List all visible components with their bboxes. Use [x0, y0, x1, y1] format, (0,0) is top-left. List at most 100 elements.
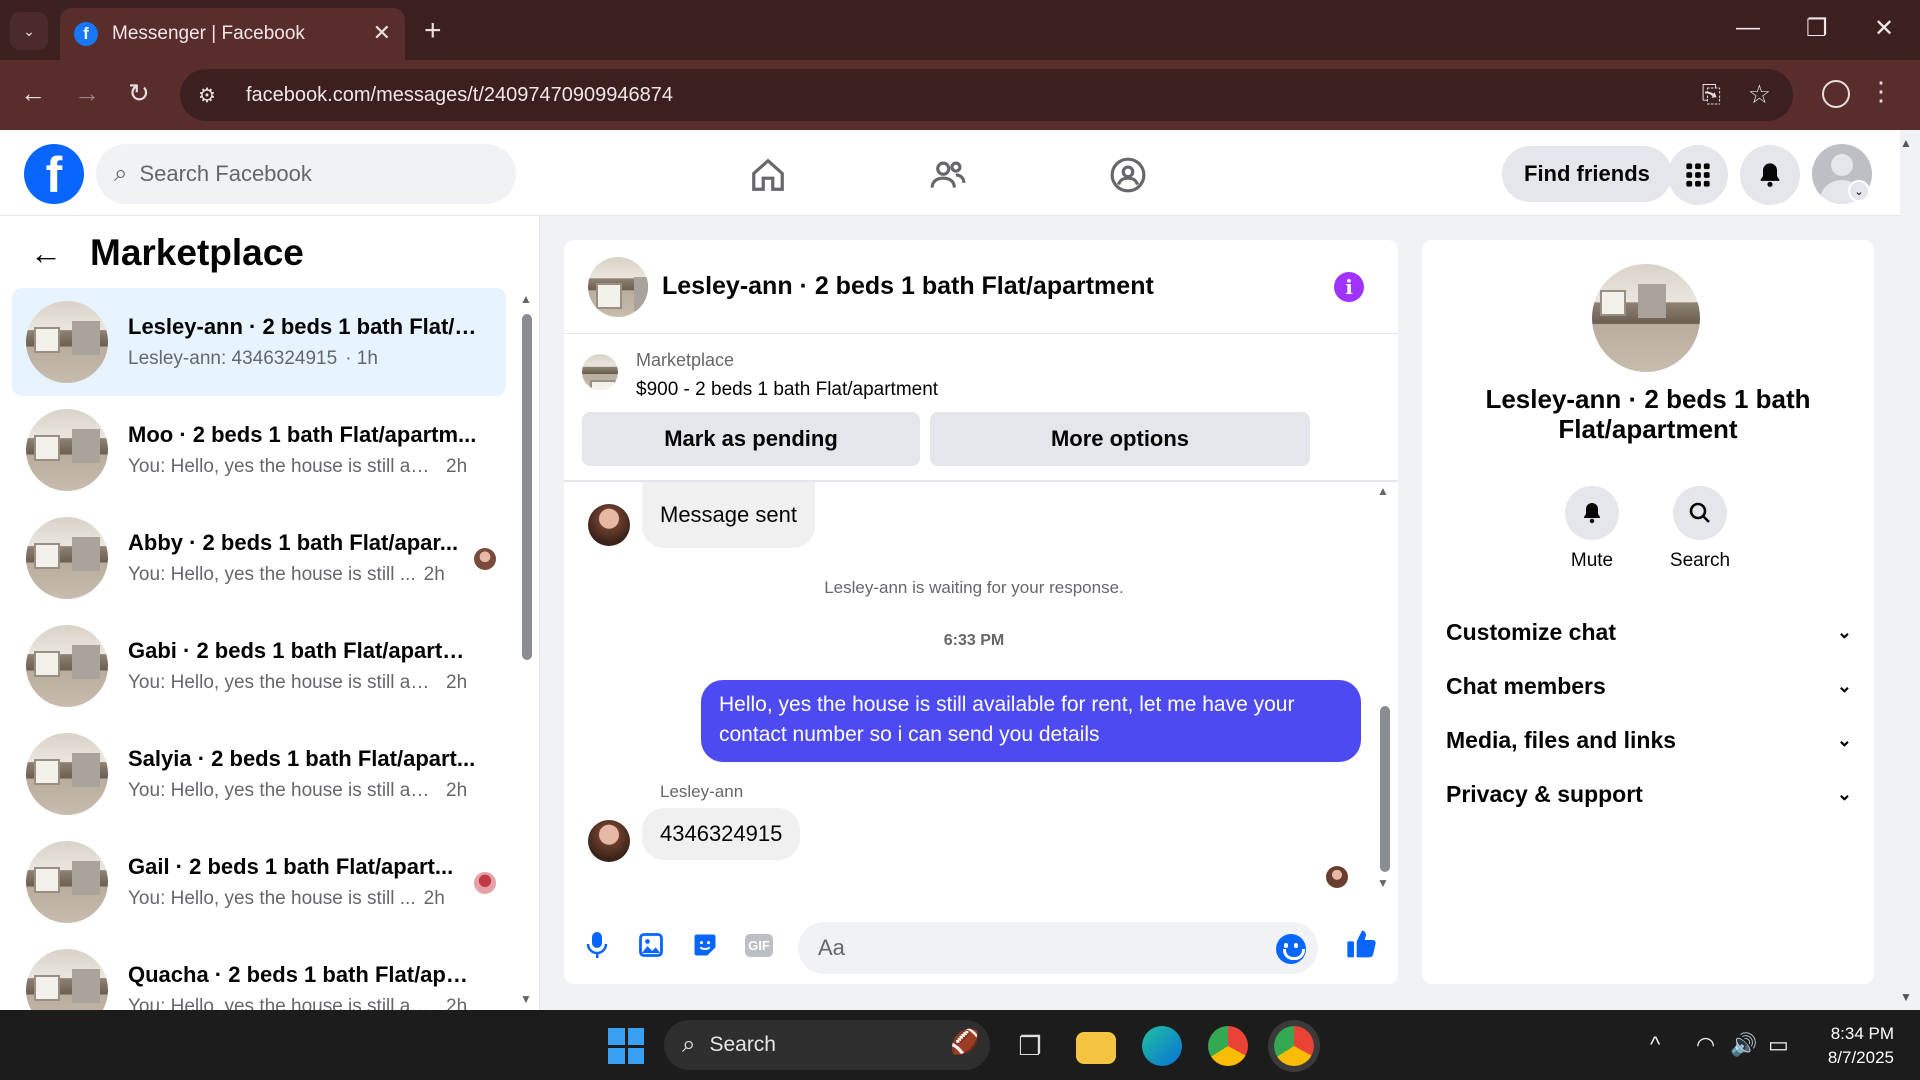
browser-menu-icon[interactable]: ⋮: [1868, 76, 1894, 107]
edge-browser-icon[interactable]: [1142, 1026, 1182, 1066]
wifi-icon[interactable]: ◠: [1696, 1032, 1715, 1058]
address-bar[interactable]: ⚙ facebook.com/messages/t/24097470909946…: [180, 69, 1793, 121]
conversation-item[interactable]: Gabi · 2 beds 1 bath Flat/apartm... You:…: [12, 612, 506, 720]
conversation-time: 2h: [446, 780, 468, 801]
gif-icon[interactable]: GIF: [744, 930, 774, 960]
contact-avatar[interactable]: [588, 504, 630, 546]
menu-grid-icon[interactable]: [1668, 145, 1728, 205]
scroll-down-arrow-icon[interactable]: ▼: [1377, 876, 1389, 890]
find-friends-button[interactable]: Find friends: [1502, 146, 1672, 202]
contact-avatar[interactable]: [588, 820, 630, 862]
facebook-logo-icon[interactable]: f: [24, 144, 84, 204]
browser-tab[interactable]: f Messenger | Facebook ✕: [60, 8, 405, 60]
conversation-name: Gail · 2 beds 1 bath Flat/apart...: [128, 854, 454, 879]
conversation-item[interactable]: Quacha · 2 beds 1 bath Flat/apar... You:…: [12, 936, 506, 1010]
scroll-down-arrow-icon[interactable]: ▼: [520, 992, 532, 1006]
groups-icon[interactable]: [1098, 152, 1158, 198]
message-input-box[interactable]: [798, 922, 1318, 974]
details-title: Lesley-ann · 2 beds 1 bath Flat/apartmen…: [1485, 384, 1811, 444]
search-conversation-button[interactable]: Search: [1660, 486, 1740, 572]
info-icon[interactable]: i: [1334, 272, 1364, 302]
scroll-up-arrow-icon[interactable]: ▲: [520, 292, 532, 306]
home-icon[interactable]: [738, 152, 798, 198]
battery-icon[interactable]: ▭: [1768, 1032, 1789, 1058]
conversation-item[interactable]: Abby · 2 beds 1 bath Flat/apar... You: H…: [12, 504, 506, 612]
close-tab-icon[interactable]: ✕: [373, 20, 391, 46]
conversation-name: Salyia · 2 beds 1 bath Flat/apart...: [128, 746, 476, 771]
conversation-preview: You: Hello, yes the house is still ...: [128, 888, 416, 909]
install-app-icon[interactable]: ⎘: [1702, 81, 1721, 109]
search-icon: [1673, 486, 1727, 540]
conversation-details-panel: Lesley-ann · 2 beds 1 bath Flat/apartmen…: [1422, 240, 1874, 984]
privacy-support-section[interactable]: Privacy & support ⌄: [1446, 774, 1852, 814]
conversation-item[interactable]: Moo · 2 beds 1 bath Flat/apartm... You: …: [12, 396, 506, 504]
mark-as-pending-button[interactable]: Mark as pending: [582, 412, 920, 466]
chevron-down-icon: ⌄: [1836, 675, 1852, 696]
site-settings-icon[interactable]: ⚙: [198, 83, 228, 108]
seen-avatar: [474, 872, 496, 894]
page-scroll-up-arrow-icon[interactable]: ▲: [1900, 136, 1912, 150]
conversation-item[interactable]: Lesley-ann · 2 beds 1 bath Flat/a... Les…: [12, 288, 506, 396]
chrome-profile-icon[interactable]: [1274, 1026, 1314, 1066]
outgoing-message-bubble[interactable]: Hello, yes the house is still available …: [701, 680, 1361, 762]
close-window-button[interactable]: ✕: [1874, 14, 1894, 43]
account-chevron-down-icon[interactable]: ⌄: [1848, 180, 1870, 202]
chat-title[interactable]: Lesley-ann · 2 beds 1 bath Flat/apartmen…: [662, 272, 1154, 301]
media-files-links-section[interactable]: Media, files and links ⌄: [1446, 720, 1852, 760]
back-arrow-icon[interactable]: ←: [30, 235, 62, 272]
facebook-search-input[interactable]: [139, 161, 470, 187]
listing-thumbnail: [26, 841, 108, 923]
seen-avatar: [474, 548, 496, 570]
scroll-up-arrow-icon[interactable]: ▲: [1377, 484, 1389, 498]
reload-icon[interactable]: ↻: [128, 78, 150, 109]
conversation-time: 2h: [423, 888, 445, 909]
listing-thumbnail[interactable]: [1592, 264, 1700, 372]
listing-banner[interactable]: Marketplace $900 - 2 beds 1 bath Flat/ap…: [582, 350, 938, 401]
customize-chat-section[interactable]: Customize chat ⌄: [1446, 612, 1852, 652]
listing-thumbnail: [26, 733, 108, 815]
restore-window-button[interactable]: ❐: [1806, 14, 1828, 43]
windows-start-icon[interactable]: [608, 1028, 644, 1064]
page-scroll-down-arrow-icon[interactable]: ▼: [1900, 990, 1912, 1004]
sticker-icon[interactable]: [690, 930, 720, 960]
facebook-header: f ⌕ Find friends ⌄: [0, 130, 1900, 216]
mute-button[interactable]: Mute: [1552, 486, 1632, 572]
chat-window: Lesley-ann · 2 beds 1 bath Flat/apartmen…: [564, 240, 1398, 984]
minimize-window-button[interactable]: —: [1736, 14, 1760, 42]
notifications-bell-icon[interactable]: [1740, 145, 1800, 205]
message-bubble[interactable]: Message sent: [642, 482, 815, 548]
conversation-item[interactable]: Gail · 2 beds 1 bath Flat/apart... You: …: [12, 828, 506, 936]
back-arrow-icon[interactable]: ←: [20, 78, 46, 109]
conversation-item[interactable]: Salyia · 2 beds 1 bath Flat/apart... You…: [12, 720, 506, 828]
photo-icon[interactable]: [636, 930, 666, 960]
system-clock[interactable]: 8:34 PM 8/7/2025: [1810, 1022, 1894, 1070]
message-input[interactable]: [818, 935, 1258, 961]
listing-thumbnail[interactable]: [588, 256, 648, 317]
microphone-icon[interactable]: [582, 930, 612, 960]
taskbar-search[interactable]: ⌕ Search 🏈: [664, 1020, 990, 1070]
new-tab-button[interactable]: +: [424, 14, 442, 48]
tab-search-dropdown-button[interactable]: ⌄: [10, 12, 48, 50]
forward-arrow-icon[interactable]: →: [74, 78, 100, 109]
more-options-button[interactable]: More options: [930, 412, 1310, 466]
bookmark-star-icon[interactable]: ☆: [1748, 79, 1771, 110]
friends-icon[interactable]: [918, 152, 978, 198]
chat-scrollbar[interactable]: [1380, 706, 1390, 872]
conversation-time: 2h: [446, 672, 468, 693]
browser-profile-icon[interactable]: [1822, 80, 1850, 108]
show-hidden-icons-chevron-icon[interactable]: ^: [1650, 1032, 1660, 1058]
emoji-icon[interactable]: [1276, 934, 1306, 964]
task-view-icon[interactable]: ❐: [1010, 1026, 1050, 1066]
chat-members-section[interactable]: Chat members ⌄: [1446, 666, 1852, 706]
chrome-icon[interactable]: [1208, 1026, 1248, 1066]
message-composer: GIF: [564, 902, 1398, 984]
incoming-message-bubble[interactable]: 4346324915: [642, 808, 801, 860]
facebook-search[interactable]: ⌕: [96, 144, 516, 204]
like-thumbs-up-icon[interactable]: [1346, 928, 1378, 968]
volume-icon[interactable]: 🔊: [1730, 1032, 1757, 1058]
conversation-name: Abby · 2 beds 1 bath Flat/apar...: [128, 530, 459, 555]
url-text[interactable]: facebook.com/messages/t/2409747090994687…: [246, 84, 673, 107]
file-explorer-icon[interactable]: [1076, 1032, 1116, 1064]
conversation-list-scrollbar[interactable]: [522, 314, 532, 660]
conversation-preview: You: Hello, yes the house is still ava..…: [128, 456, 438, 477]
